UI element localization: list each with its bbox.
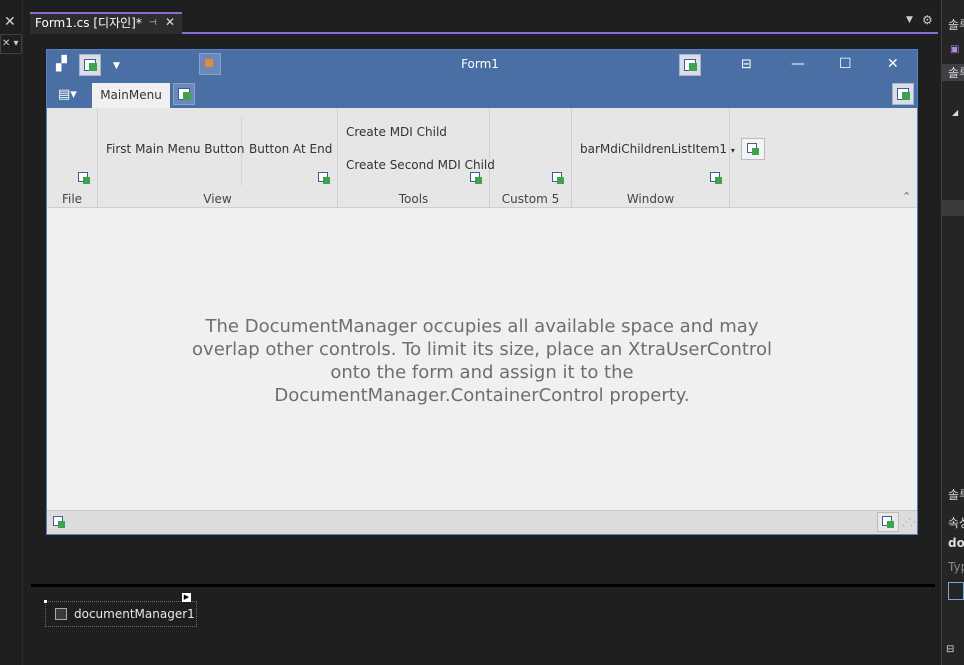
- group-add-icon[interactable]: [470, 172, 482, 184]
- restore-layout-icon[interactable]: ⊟: [741, 57, 752, 73]
- document-manager-message: The DocumentManager occupies all availab…: [192, 316, 772, 406]
- create-mdi-child-button[interactable]: Create MDI Child: [346, 125, 447, 139]
- group-caption: Tools: [398, 192, 429, 206]
- selection-handle[interactable]: [44, 600, 47, 603]
- tabrow-add-icon[interactable]: [892, 83, 914, 105]
- group-view: View: [98, 108, 338, 208]
- close-tab-icon[interactable]: ✕: [165, 13, 175, 32]
- solution-explorer-label-2[interactable]: 솔루: [942, 64, 964, 81]
- left-dropdown[interactable]: ✕ ▾: [0, 34, 22, 54]
- left-close-icon[interactable]: ✕: [4, 14, 16, 30]
- create-second-mdi-child-button[interactable]: Create Second MDI Child: [346, 158, 495, 172]
- mdi-children-list-label: barMdiChildrenListItem1: [580, 142, 728, 156]
- smart-tag-icon[interactable]: ▶: [182, 593, 191, 602]
- size-grip-icon[interactable]: ⋰⋰: [902, 518, 919, 528]
- expand-icon[interactable]: ◢: [952, 108, 958, 117]
- add-group-button[interactable]: [741, 138, 765, 160]
- statusbar-add-right-icon: [882, 516, 894, 528]
- left-tool-window: [0, 0, 23, 665]
- add-page-icon[interactable]: [173, 83, 195, 105]
- group-custom-5: Custom 5: [490, 108, 572, 208]
- project-icon: ▣: [950, 44, 960, 55]
- form-title: Form1: [461, 57, 499, 71]
- group-add-icon[interactable]: [710, 172, 722, 184]
- properties-label[interactable]: 속성: [948, 514, 964, 531]
- group-add-icon[interactable]: [318, 172, 330, 184]
- categorized-icon[interactable]: [948, 582, 964, 600]
- add-group-icon: [747, 143, 759, 155]
- collapse-ribbon-icon[interactable]: ⌃: [902, 190, 911, 203]
- scroll-highlight: [942, 200, 964, 216]
- pin-icon[interactable]: ⊣: [149, 14, 157, 33]
- group-caption: Custom 5: [501, 192, 560, 206]
- group-caption: File: [61, 192, 83, 206]
- group-add-icon[interactable]: [78, 172, 90, 184]
- solution-explorer-label-3[interactable]: 솔루: [948, 486, 964, 503]
- minimize-icon[interactable]: —: [791, 56, 805, 72]
- properties-type: Typ: [948, 560, 964, 574]
- solution-explorer-label[interactable]: 솔루: [948, 16, 964, 33]
- right-tool-window: 솔루 솔루 솔루 속성 doc Typ ▣ ◢ ⊟: [941, 0, 964, 665]
- maximize-icon[interactable]: ☐: [839, 56, 852, 72]
- properties-object[interactable]: doc: [948, 536, 964, 550]
- chevron-down-icon: ▾: [730, 146, 735, 155]
- group-caption: View: [203, 192, 232, 206]
- group-caption: Window: [626, 192, 675, 206]
- component-icon: [55, 608, 67, 620]
- app-icon: ▞: [56, 56, 67, 72]
- mdi-children-list-item[interactable]: barMdiChildrenListItem1 ▾: [580, 142, 735, 156]
- tab-form1-designer[interactable]: Form1.cs [디자인]* ⊣ ✕: [30, 12, 182, 34]
- statusbar-add-left-icon[interactable]: [53, 516, 65, 528]
- first-main-menu-button[interactable]: First Main Menu Button: [106, 142, 245, 156]
- quick-access-add-icon[interactable]: [79, 54, 101, 76]
- tab-mainmenu[interactable]: MainMenu: [92, 83, 170, 108]
- statusbar-add-right-button[interactable]: [877, 512, 899, 532]
- close-icon[interactable]: ✕: [887, 56, 899, 72]
- titlebar-add-icon[interactable]: [679, 54, 701, 76]
- document-manager-component[interactable]: documentManager1: [45, 601, 197, 627]
- gear-icon[interactable]: ⚙: [922, 13, 933, 27]
- quick-access-dropdown-icon[interactable]: ▼: [113, 58, 120, 74]
- collapse-icon[interactable]: ⊟: [946, 644, 954, 655]
- application-menu-icon[interactable]: ▤▾: [58, 87, 77, 103]
- group-window: Window: [572, 108, 730, 208]
- status-bar: [47, 510, 917, 534]
- tab-label: Form1.cs [디자인]*: [35, 16, 142, 30]
- group-file: File: [47, 108, 98, 208]
- tab-list-dropdown-icon[interactable]: ▼: [906, 15, 913, 25]
- button-at-end[interactable]: Button At End: [249, 142, 332, 156]
- group-add-icon[interactable]: [552, 172, 564, 184]
- ribbon-pages-icon[interactable]: [199, 53, 221, 75]
